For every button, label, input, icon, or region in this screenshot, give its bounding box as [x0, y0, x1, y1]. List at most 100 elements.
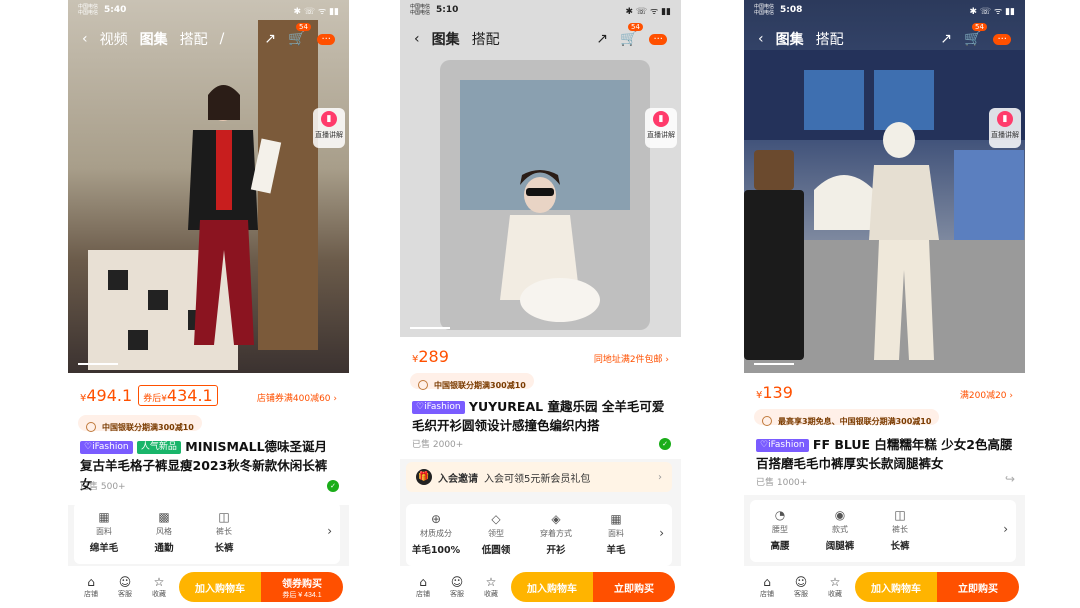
ifashion-badge: ♡iFashion — [412, 401, 465, 414]
coupon-buy-button[interactable]: 领券购买 券后 ¥ 434.1 — [261, 572, 343, 602]
shop-promo-link[interactable]: 店铺券满400减60 › — [257, 391, 337, 404]
shop-button[interactable]: ⌂ 店铺 — [750, 575, 784, 599]
tab-outfit[interactable]: 搭配 — [180, 29, 208, 49]
service-button[interactable]: ☺ 客服 — [108, 575, 142, 599]
tab-outfit[interactable]: 搭配 — [816, 29, 844, 49]
shipping-promo-link[interactable]: 同地址满2件包邮 › — [594, 352, 669, 365]
style-icon: ▩ — [158, 510, 170, 524]
share-icon[interactable]: ↗ — [596, 31, 608, 47]
phone-screen-3: 中国电信 中国电信 5:08 ✱ ☏ ᯤ ▮▮ ‹ 图集 搭配 ↗ 🛒 54 ···… — [744, 0, 1025, 608]
attr-style: ◉ 款式 阔腿裤 — [810, 508, 870, 562]
chevron-right-icon[interactable]: › — [659, 526, 664, 566]
live-explain-button[interactable]: ▮ 直播讲解 — [313, 108, 345, 148]
service-button[interactable]: ☺ 客服 — [784, 575, 818, 599]
phone-screen-2: 中国电信 中国电信 5:10 ✱ ☏ ᯤ ▮▮ ‹ 图集 搭配 ↗ 🛒 54 ···… — [400, 0, 681, 608]
cart-icon[interactable]: 🛒 54 — [964, 23, 987, 47]
add-to-cart-button[interactable]: 加入购物车 — [855, 572, 937, 602]
shop-icon: ⌂ — [763, 575, 771, 589]
product-photo[interactable] — [68, 0, 349, 373]
live-explain-button[interactable]: ▮ 直播讲解 — [989, 108, 1021, 148]
back-icon[interactable]: ‹ — [758, 31, 764, 47]
attributes-panel[interactable]: ▦ 面料 绵羊毛 ▩ 风格 通勤 ◫ 裤长 长裤 › — [74, 502, 340, 564]
cart-count-badge: 54 — [628, 23, 643, 31]
service-button[interactable]: ☺ 客服 — [440, 575, 474, 599]
cart-icon[interactable]: 🛒 54 — [288, 23, 311, 47]
wechat-share-icon[interactable]: ✓ — [327, 480, 339, 492]
gallery-progress — [754, 363, 794, 365]
carrier-label: 中国电信 中国电信 — [754, 4, 775, 16]
cart-icon[interactable]: 🛒 54 — [620, 23, 643, 47]
tab-video[interactable]: 视频 — [100, 29, 128, 49]
more-menu-icon[interactable]: ··· — [993, 33, 1011, 45]
model-photo-illustration — [88, 20, 318, 370]
carrier-label: 中国电信 中国电信 — [410, 4, 431, 16]
share-icon[interactable]: ↗ — [264, 31, 276, 47]
shop-icon: ⌂ — [419, 575, 427, 589]
wechat-share-icon[interactable]: ✓ — [659, 438, 671, 450]
cart-count-badge: 54 — [972, 23, 987, 31]
service-icon: ☺ — [118, 575, 132, 589]
favorite-button[interactable]: ☆ 收藏 — [818, 575, 852, 599]
more-menu-icon[interactable]: ··· — [649, 33, 667, 45]
style-icon: ◉ — [834, 508, 846, 522]
more-menu-icon[interactable]: ··· — [317, 33, 335, 45]
sold-count: 已售 1000+ — [756, 478, 808, 488]
product-photo[interactable] — [744, 0, 1025, 373]
chevron-right-icon[interactable]: › — [327, 524, 332, 564]
status-bar: 中国电信 中国电信 5:08 ✱ ☏ ᯤ ▮▮ — [744, 0, 1025, 20]
price-row: ¥494.1 券后¥434.1 店铺券满400减60 › — [68, 373, 349, 413]
service-icon: ☺ — [794, 575, 808, 589]
tab-gallery[interactable]: 图集 — [432, 29, 460, 49]
ifashion-badge: ♡iFashion — [80, 441, 133, 454]
buy-now-button[interactable]: 立即购买 — [593, 572, 675, 602]
share-icon[interactable]: ↗ — [940, 31, 952, 47]
status-icons: ✱ ☏ ᯤ ▮▮ — [625, 6, 671, 17]
bottom-action-bar: ⌂ 店铺 ☺ 客服 ☆ 收藏 加入购物车 领券购买 券后 ¥ 434.1 — [68, 566, 349, 608]
attributes-panel[interactable]: ⊕ 材质成分 羊毛100% ◇ 领型 低圆领 ◈ 穿着方式 开衫 ▦ 面料 羊毛 › — [406, 504, 672, 566]
material-icon: ⊕ — [430, 512, 442, 526]
status-icons: ✱ ☏ ᯤ ▮▮ — [969, 6, 1015, 17]
favorite-button[interactable]: ☆ 收藏 — [474, 575, 508, 599]
fabric-icon: ▦ — [98, 510, 110, 524]
attributes-panel[interactable]: ◔ 腰型 高腰 ◉ 款式 阔腿裤 ◫ 裤长 长裤 › — [750, 500, 1016, 562]
gallery-progress — [410, 327, 450, 329]
live-explain-button[interactable]: ▮ 直播讲解 — [645, 108, 677, 148]
sold-count: 已售 2000+ — [412, 440, 464, 450]
tab-outfit[interactable]: 搭配 — [472, 29, 500, 49]
price: ¥289 — [412, 347, 449, 366]
unionpay-promo[interactable]: 最高享3期免息、中国银联分期满300减10 — [754, 409, 940, 426]
unionpay-promo[interactable]: 中国银联分期满300减10 — [78, 415, 202, 432]
fabric-icon: ▦ — [610, 512, 622, 526]
tab-gallery[interactable]: 图集 — [776, 29, 804, 49]
star-icon: ☆ — [153, 575, 165, 589]
shop-button[interactable]: ⌂ 店铺 — [74, 575, 108, 599]
back-icon[interactable]: ‹ — [82, 31, 88, 47]
gift-icon: 🎁 — [416, 469, 432, 485]
favorite-button[interactable]: ☆ 收藏 — [142, 575, 176, 599]
unionpay-promo[interactable]: 中国银联分期满300减10 — [410, 373, 534, 390]
gallery-progress — [78, 363, 118, 365]
coupon-price[interactable]: 券后¥434.1 — [138, 385, 218, 406]
shop-button[interactable]: ⌂ 店铺 — [406, 575, 440, 599]
model-photo-illustration — [744, 50, 1025, 373]
status-icons: ✱ ☏ ᯤ ▮▮ — [293, 6, 339, 17]
live-icon: ▮ — [653, 111, 669, 127]
tab-more[interactable]: / — [220, 31, 225, 47]
collar-icon: ◇ — [491, 512, 501, 526]
attr-fabric: ▦ 面料 羊毛 — [586, 512, 646, 566]
share-arrow-icon[interactable]: ↪ — [1005, 472, 1015, 486]
back-icon[interactable]: ‹ — [414, 31, 420, 47]
add-to-cart-button[interactable]: 加入购物车 — [511, 572, 593, 602]
chevron-right-icon[interactable]: › — [1003, 522, 1008, 562]
shop-promo-link[interactable]: 满200减20 › — [960, 388, 1013, 401]
membership-invite[interactable]: 🎁 入会邀请 入会可领5元新会员礼包 › — [406, 462, 672, 492]
carrier-label: 中国电信 中国电信 — [78, 4, 99, 16]
tab-gallery[interactable]: 图集 — [140, 29, 168, 49]
buy-now-button[interactable]: 立即购买 — [937, 572, 1019, 602]
add-to-cart-button[interactable]: 加入购物车 — [179, 572, 261, 602]
attr-material: ⊕ 材质成分 羊毛100% — [406, 512, 466, 566]
phone-screen-1: 中国电信 中国电信 5:40 ✱ ☏ ᯤ ▮▮ ‹ 视频 图集 搭配 / ↗ 🛒 5… — [68, 0, 349, 608]
clock: 5:10 — [436, 5, 459, 15]
attr-collar: ◇ 领型 低圆领 — [466, 512, 526, 566]
attr-length: ◫ 裤长 长裤 — [194, 510, 254, 564]
